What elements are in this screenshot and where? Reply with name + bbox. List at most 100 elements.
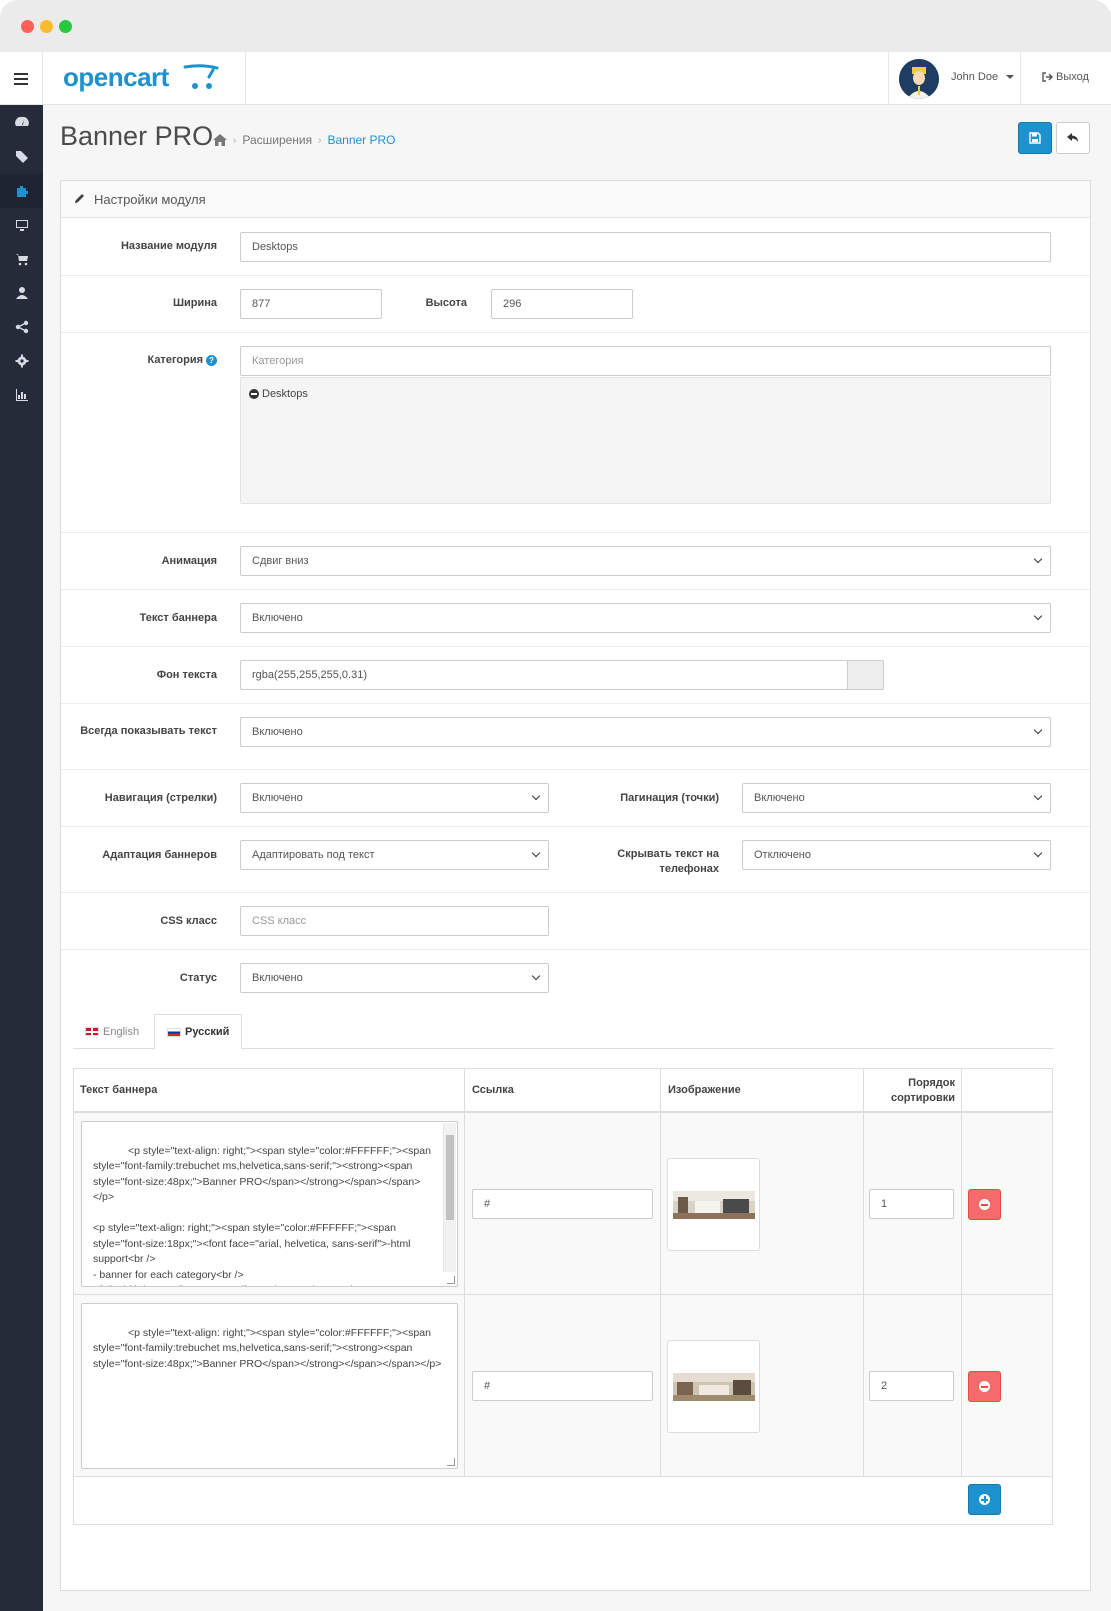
- navigation-select[interactable]: Включено: [240, 783, 549, 813]
- link-input[interactable]: #: [472, 1189, 653, 1219]
- hide-text-phones-select[interactable]: Отключено: [742, 840, 1051, 870]
- sidebar-item-extensions[interactable]: [0, 174, 43, 208]
- animation-label: Анимация: [161, 555, 217, 567]
- always-show-select[interactable]: Включено: [240, 717, 1051, 747]
- sidebar-item-reports[interactable]: [0, 378, 43, 412]
- logout-label: Выход: [1056, 71, 1089, 83]
- navigation-label: Навигация (стрелки): [104, 792, 217, 804]
- minimize-window-button[interactable]: [40, 20, 53, 33]
- maximize-window-button[interactable]: [59, 20, 72, 33]
- category-input[interactable]: Категория: [240, 346, 1051, 376]
- back-button[interactable]: [1056, 122, 1090, 154]
- width-label: Ширина: [172, 297, 217, 309]
- adaptation-select[interactable]: Адаптировать под текст: [240, 840, 549, 870]
- th-banner-text-label: Текст баннера: [80, 1084, 158, 1096]
- breadcrumb-banner-pro[interactable]: Banner PRO: [327, 133, 395, 147]
- banner-text-select[interactable]: Включено: [240, 603, 1051, 633]
- minus-circle-icon: [979, 1199, 990, 1210]
- textarea-scrollbar[interactable]: [443, 1123, 456, 1272]
- close-window-button[interactable]: [21, 20, 34, 33]
- row-animation: Анимация Сдвиг вниз: [61, 533, 1090, 590]
- sort-order-input[interactable]: 1: [869, 1189, 954, 1219]
- banners-table: Текст баннера Ссылка Изображение Порядок…: [73, 1068, 1053, 1525]
- sort-order-input[interactable]: 2: [869, 1371, 954, 1401]
- row-always-show: Всегда показывать текст Включено: [61, 704, 1090, 770]
- status-label: Статус: [179, 972, 217, 984]
- pencil-icon: [75, 194, 84, 203]
- link-input[interactable]: #: [472, 1371, 653, 1401]
- category-label-text: Категория: [147, 354, 203, 366]
- row-banner-text: Текст баннера Включено: [61, 590, 1090, 647]
- height-input[interactable]: 296: [491, 289, 633, 319]
- banner-text-textarea[interactable]: <p style="text-align: right;"><span styl…: [81, 1303, 458, 1469]
- color-picker-button[interactable]: [847, 660, 884, 690]
- add-banner-button[interactable]: [968, 1484, 1001, 1515]
- breadcrumb-extensions[interactable]: Расширения: [242, 133, 312, 147]
- sidebar-item-catalog[interactable]: [0, 140, 43, 174]
- banner-image-thumb[interactable]: [667, 1158, 760, 1251]
- tab-russian[interactable]: Русский: [154, 1014, 243, 1050]
- remove-category-icon[interactable]: [249, 389, 259, 399]
- th-image: Изображение: [661, 1069, 864, 1113]
- module-settings-panel: Настройки модуля Название модуля Desktop…: [60, 180, 1091, 1591]
- remove-row-button[interactable]: [968, 1371, 1001, 1402]
- dashboard-icon: [14, 116, 29, 126]
- row-status: Статус Включено: [61, 950, 1090, 1007]
- logo-cart-icon: [183, 64, 219, 89]
- ru-flag-icon: [167, 1027, 181, 1037]
- caret-down-icon: [1006, 75, 1014, 79]
- pagination-select[interactable]: Включено: [742, 783, 1051, 813]
- text-bg-label: Фон текста: [156, 669, 217, 681]
- th-sort: Порядок сортировки: [864, 1069, 962, 1113]
- sidebar-item-marketing[interactable]: [0, 310, 43, 344]
- user-menu[interactable]: John Doe: [888, 52, 1021, 105]
- tab-english-label: English: [103, 1025, 140, 1038]
- row-category: Категория? Категория Desktops: [61, 333, 1090, 533]
- animation-select[interactable]: Сдвиг вниз: [240, 546, 1051, 576]
- opencart-logo[interactable]: opencart: [63, 62, 169, 93]
- sidebar-item-system[interactable]: [0, 344, 43, 378]
- banner-image-thumb[interactable]: [667, 1340, 760, 1433]
- row-css-class: CSS класс CSS класс: [61, 893, 1090, 950]
- home-icon[interactable]: [213, 134, 227, 146]
- tab-english[interactable]: English: [73, 1014, 151, 1049]
- language-tabs: English Русский: [73, 1014, 1053, 1050]
- main-content: Banner PRO › Расширения › Banner PRO Нас…: [43, 105, 1111, 1611]
- banner-text-label: Текст баннера: [139, 612, 217, 624]
- menu-icon: [14, 72, 28, 85]
- menu-toggle-button[interactable]: [0, 52, 43, 105]
- user-name: John Doe: [951, 71, 999, 83]
- row-module-name: Название модуля Desktops: [61, 219, 1090, 276]
- resize-handle[interactable]: [447, 1276, 455, 1284]
- status-select[interactable]: Включено: [240, 963, 549, 993]
- row-dimensions: Ширина 877 Высота 296: [61, 276, 1090, 333]
- hide-text-phones-label: Скрывать текст на телефонах: [617, 848, 719, 875]
- text-bg-input[interactable]: rgba(255,255,255,0.31): [240, 660, 848, 690]
- banner-text-textarea[interactable]: <p style="text-align: right;"><span styl…: [81, 1121, 458, 1287]
- sidebar-item-dashboard[interactable]: [0, 106, 43, 140]
- logout-link[interactable]: Выход: [1042, 71, 1089, 83]
- uk-flag-icon: [85, 1027, 99, 1036]
- chart-icon: [15, 389, 28, 401]
- remove-row-button[interactable]: [968, 1189, 1001, 1220]
- resize-handle[interactable]: [447, 1458, 455, 1466]
- plus-circle-icon: [979, 1494, 990, 1505]
- pagination-label: Пагинация (точки): [620, 792, 719, 804]
- puzzle-icon: [16, 186, 28, 197]
- sidebar-item-customers[interactable]: [0, 276, 43, 310]
- height-label: Высота: [425, 297, 467, 309]
- avatar: [899, 59, 939, 99]
- sidebar-item-sales[interactable]: [0, 242, 43, 276]
- css-class-input[interactable]: CSS класс: [240, 906, 549, 936]
- help-icon[interactable]: ?: [206, 355, 217, 366]
- sidebar-item-design[interactable]: [0, 208, 43, 242]
- user-icon: [15, 287, 28, 299]
- share-icon: [15, 320, 28, 334]
- module-name-input[interactable]: Desktops: [240, 232, 1051, 262]
- save-button[interactable]: [1018, 122, 1052, 154]
- width-input[interactable]: 877: [240, 289, 382, 319]
- tab-russian-label: Русский: [185, 1026, 230, 1038]
- breadcrumb: › Расширения › Banner PRO: [213, 133, 396, 147]
- table-header: Текст баннера Ссылка Изображение Порядок…: [74, 1069, 1052, 1113]
- panel-heading: Настройки модуля: [61, 181, 1090, 218]
